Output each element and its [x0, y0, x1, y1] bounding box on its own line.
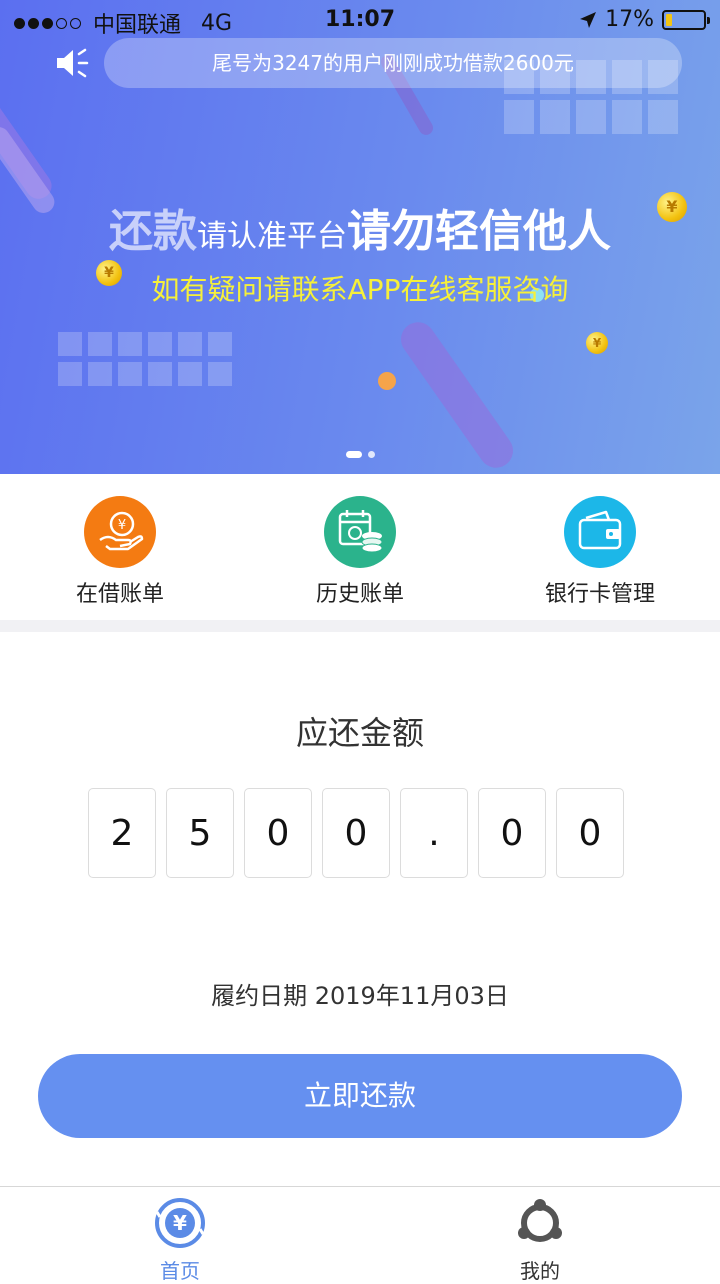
- menu-label: 历史账单: [315, 582, 404, 607]
- battery-percent: 17%: [605, 7, 654, 32]
- amount-due-title: 应还金额: [295, 714, 424, 752]
- yuan-refresh-icon: ¥: [155, 1198, 205, 1248]
- banner-subline: 如有疑问请联系APP在线客服咨询: [151, 273, 569, 306]
- headline-warning: 请勿轻信他人: [347, 206, 611, 257]
- hand-coin-icon: ¥: [84, 496, 156, 568]
- status-bar: 中国联通 4G 11:07 17%: [0, 0, 720, 40]
- svg-text:¥: ¥: [118, 518, 126, 533]
- location-arrow-icon: [580, 11, 597, 28]
- due-date-label: 履约日期: [211, 982, 308, 1010]
- speaker-icon[interactable]: [54, 46, 90, 80]
- wallet-icon: [564, 496, 636, 568]
- menu-label: 银行卡管理: [544, 582, 655, 607]
- amount-digit: 0: [244, 788, 312, 878]
- tab-home[interactable]: ¥ 首页: [80, 1197, 280, 1284]
- amount-digit: 0: [556, 788, 624, 878]
- battery-icon: [662, 9, 710, 30]
- svg-text:¥: ¥: [173, 1211, 187, 1235]
- quick-menu: ¥ 在借账单 历史账单 银行卡管理: [0, 474, 720, 620]
- calendar-coins-icon: [324, 496, 396, 568]
- menu-history-bills[interactable]: 历史账单: [270, 496, 450, 608]
- due-date-value: 2019年11月03日: [314, 982, 509, 1010]
- tab-mine[interactable]: 我的: [440, 1197, 640, 1284]
- loan-news-ticker[interactable]: 尾号为3247的用户刚刚成功借款2600元: [104, 38, 682, 88]
- pager-dot-active[interactable]: [345, 451, 362, 458]
- menu-current-bills[interactable]: ¥ 在借账单: [30, 496, 210, 608]
- tab-bar: ¥ 首页 我的: [0, 1186, 720, 1284]
- due-date-line: 履约日期 2019年11月03日: [0, 976, 720, 1011]
- promo-banner[interactable]: ¥ ¥ ¥ 尾号为3247的用户刚刚成功借款2600元 还款请认准平台请勿轻信他…: [0, 0, 720, 474]
- amount-digit: 0: [478, 788, 546, 878]
- menu-bank-cards[interactable]: 银行卡管理: [510, 496, 690, 608]
- amount-decimal-point: .: [400, 788, 468, 878]
- people-network-icon: [518, 1199, 562, 1242]
- banner-pager[interactable]: [0, 451, 720, 458]
- headline-repay: 还款: [109, 206, 197, 257]
- amount-digit: 0: [322, 788, 390, 878]
- repay-now-button[interactable]: 立即还款: [38, 1054, 682, 1138]
- coin-icon: ¥: [586, 332, 608, 354]
- banner-grid-decoration: [58, 332, 232, 386]
- banner-headline: 还款请认准平台请勿轻信他人: [0, 195, 720, 259]
- amount-digit: 5: [166, 788, 234, 878]
- menu-label: 在借账单: [75, 582, 164, 607]
- section-divider: [0, 620, 720, 632]
- banner-orb: [378, 372, 396, 390]
- amount-digit: 2: [88, 788, 156, 878]
- pager-dot[interactable]: [367, 451, 375, 458]
- headline-platform: 请认准平台: [197, 219, 347, 254]
- amount-digits: 2 5 0 0 . 0 0: [88, 788, 624, 878]
